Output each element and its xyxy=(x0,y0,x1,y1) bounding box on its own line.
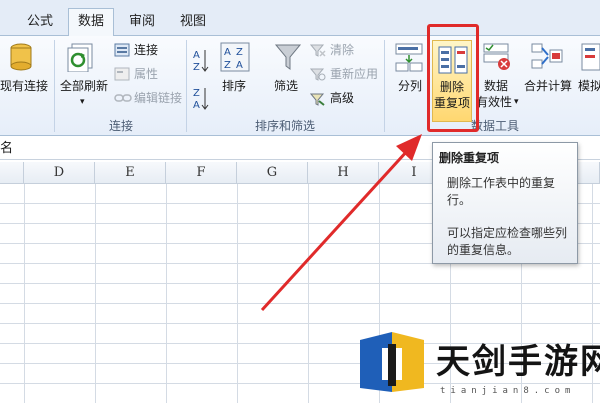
tooltip-title: 删除重复项 xyxy=(439,151,500,165)
tooltip-desc-line1: 删除工作表中的重复 xyxy=(447,176,556,190)
watermark: 天剑手游网 tianjian8.com xyxy=(340,322,600,403)
tooltip-desc-line2: 行。 xyxy=(447,193,472,207)
tooltip-hint-line2: 的重复信息。 xyxy=(447,243,520,257)
watermark-logo-icon xyxy=(360,332,424,392)
watermark-url: tianjian8.com xyxy=(440,386,576,396)
tooltip-remove-duplicates: 删除重复项 删除工作表中的重复 行。 可以指定应检查哪些列 的重复信息。 xyxy=(432,142,578,264)
watermark-text: 天剑手游网 xyxy=(436,342,600,382)
tooltip-hint-line1: 可以指定应检查哪些列 xyxy=(447,226,568,240)
